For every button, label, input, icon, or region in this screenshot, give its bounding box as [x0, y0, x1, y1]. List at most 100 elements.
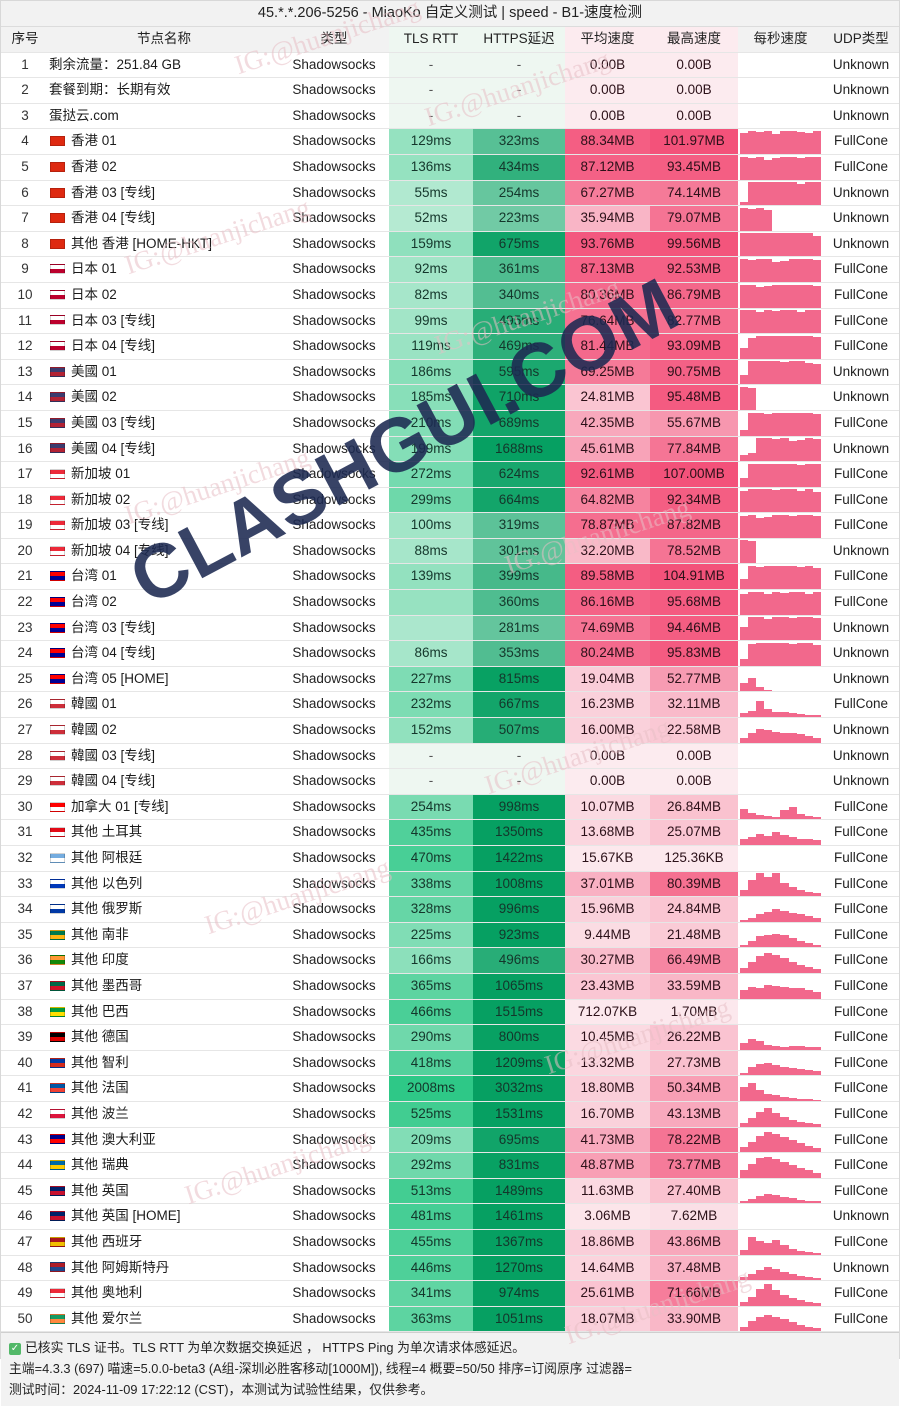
- table-row[interactable]: 23 台湾 03 [专线] Shadowsocks 281ms 74.69MB 94.46…: [1, 615, 899, 642]
- cell-node-name[interactable]: 剩余流量：251.84 GB: [49, 52, 279, 79]
- col-header-avg-speed[interactable]: 平均速度: [565, 27, 650, 53]
- cell-node-name[interactable]: 日本 02: [49, 282, 279, 309]
- cell-node-name[interactable]: 其他 瑞典: [49, 1152, 279, 1179]
- table-row[interactable]: 41 其他 法国 Shadowsocks 2008ms 3032ms 18.80MB 50.…: [1, 1075, 899, 1102]
- cell-node-name[interactable]: 其他 西班牙: [49, 1229, 279, 1256]
- cell-node-name[interactable]: 日本 04 [专线]: [49, 333, 279, 360]
- table-row[interactable]: 48 其他 阿姆斯特丹 Shadowsocks 446ms 1270ms 14.64MB 3…: [1, 1255, 899, 1282]
- table-row[interactable]: 27 韓國 02 Shadowsocks 152ms 507ms 16.00MB 22.58…: [1, 717, 899, 744]
- cell-node-name[interactable]: 其他 德国: [49, 1024, 279, 1051]
- table-row[interactable]: 32 其他 阿根廷 Shadowsocks 470ms 1422ms 15.67KB 125…: [1, 845, 899, 872]
- table-row[interactable]: 16 美國 04 [专线] Shadowsocks 199ms 1688ms 45.61M…: [1, 436, 899, 463]
- cell-node-name[interactable]: 其他 波兰: [49, 1101, 279, 1128]
- table-row[interactable]: 38 其他 巴西 Shadowsocks 466ms 1515ms 712.07KB 1.7…: [1, 999, 899, 1026]
- table-row[interactable]: 33 其他 以色列 Shadowsocks 338ms 1008ms 37.01MB 80.…: [1, 871, 899, 898]
- cell-node-name[interactable]: 日本 01: [49, 256, 279, 283]
- table-row[interactable]: 31 其他 土耳其 Shadowsocks 435ms 1350ms 13.68MB 25.…: [1, 819, 899, 846]
- cell-node-name[interactable]: 其他 土耳其: [49, 819, 279, 846]
- table-row[interactable]: 49 其他 奥地利 Shadowsocks 341ms 974ms 25.61MB 71.6…: [1, 1280, 899, 1307]
- table-row[interactable]: 29 韓國 04 [专线] Shadowsocks - -0.00B 0.00B Unkno…: [1, 768, 899, 795]
- cell-node-name[interactable]: 美國 01: [49, 359, 279, 386]
- cell-node-name[interactable]: 其他 爱尔兰: [49, 1306, 279, 1333]
- cell-node-name[interactable]: 香港 03 [专线]: [49, 180, 279, 207]
- cell-node-name[interactable]: 香港 01: [49, 128, 279, 155]
- cell-node-name[interactable]: 韓國 04 [专线]: [49, 768, 279, 795]
- cell-node-name[interactable]: 新加坡 03 [专线]: [49, 512, 279, 539]
- table-row[interactable]: 8 其他 香港 [HOME-HKT] Shadowsocks 159ms 675ms 93…: [1, 231, 899, 258]
- table-row[interactable]: 24 台湾 04 [专线] Shadowsocks 86ms 353ms 80.24MB 9…: [1, 640, 899, 667]
- cell-node-name[interactable]: 其他 智利: [49, 1050, 279, 1077]
- table-row[interactable]: 35 其他 南非 Shadowsocks 225ms 923ms 9.44MB 21.48M…: [1, 922, 899, 949]
- table-row[interactable]: 4 香港 01 Shadowsocks 129ms 323ms 88.34MB 101.97…: [1, 128, 899, 155]
- col-header-node-name[interactable]: 节点名称: [49, 27, 279, 53]
- cell-node-name[interactable]: 新加坡 04 [专线]: [49, 538, 279, 565]
- col-header-type[interactable]: 类型: [279, 27, 389, 53]
- col-header-index[interactable]: 序号: [1, 27, 49, 53]
- table-row[interactable]: 45 其他 英国 Shadowsocks 513ms 1489ms 11.63MB 27.4…: [1, 1178, 899, 1205]
- cell-node-name[interactable]: 其他 阿姆斯特丹: [49, 1255, 279, 1282]
- table-row[interactable]: 15 美國 03 [专线] Shadowsocks 210ms 689ms 42.35MB…: [1, 410, 899, 437]
- table-row[interactable]: 47 其他 西班牙 Shadowsocks 455ms 1367ms 18.86MB 43.…: [1, 1229, 899, 1256]
- table-row[interactable]: 2 套餐到期：长期有效 Shadowsocks - -0.00B 0.00B Unknown: [1, 77, 899, 104]
- table-row[interactable]: 44 其他 瑞典 Shadowsocks 292ms 831ms 48.87MB 73.77…: [1, 1152, 899, 1179]
- cell-node-name[interactable]: 加拿大 01 [专线]: [49, 794, 279, 821]
- table-row[interactable]: 30 加拿大 01 [专线] Shadowsocks 254ms 998ms 10.07M…: [1, 794, 899, 821]
- cell-node-name[interactable]: 新加坡 02: [49, 487, 279, 514]
- table-row[interactable]: 34 其他 俄罗斯 Shadowsocks 328ms 996ms 15.96MB 24.8…: [1, 896, 899, 923]
- cell-node-name[interactable]: 套餐到期：长期有效: [49, 77, 279, 104]
- table-row[interactable]: 19 新加坡 03 [专线] Shadowsocks 100ms 319ms 78.87M…: [1, 512, 899, 539]
- cell-node-name[interactable]: 香港 04 [专线]: [49, 205, 279, 232]
- cell-node-name[interactable]: 台湾 04 [专线]: [49, 640, 279, 667]
- table-row[interactable]: 17 新加坡 01 Shadowsocks 272ms 624ms 92.61MB 107.…: [1, 461, 899, 488]
- cell-node-name[interactable]: 其他 巴西: [49, 999, 279, 1026]
- table-row[interactable]: 18 新加坡 02 Shadowsocks 299ms 664ms 64.82MB 92.3…: [1, 487, 899, 514]
- table-row[interactable]: 13 美國 01 Shadowsocks 186ms 595ms 69.25MB 90.75…: [1, 359, 899, 386]
- table-row[interactable]: 25 台湾 05 [HOME] Shadowsocks 227ms 815ms 19.04…: [1, 666, 899, 693]
- table-row[interactable]: 43 其他 澳大利亚 Shadowsocks 209ms 695ms 41.73MB 78.…: [1, 1127, 899, 1154]
- table-row[interactable]: 5 香港 02 Shadowsocks 136ms 434ms 87.12MB 93.45M…: [1, 154, 899, 181]
- table-row[interactable]: 28 韓國 03 [专线] Shadowsocks - -0.00B 0.00B Unkno…: [1, 743, 899, 770]
- cell-node-name[interactable]: 其他 阿根廷: [49, 845, 279, 872]
- table-row[interactable]: 12 日本 04 [专线] Shadowsocks 119ms 469ms 81.44MB…: [1, 333, 899, 360]
- cell-node-name[interactable]: 香港 02: [49, 154, 279, 181]
- table-row[interactable]: 36 其他 印度 Shadowsocks 166ms 496ms 30.27MB 66.49…: [1, 947, 899, 974]
- cell-node-name[interactable]: 其他 墨西哥: [49, 973, 279, 1000]
- col-header-per-sec-speed[interactable]: 每秒速度: [738, 27, 823, 53]
- cell-node-name[interactable]: 其他 法国: [49, 1075, 279, 1102]
- table-row[interactable]: 46 其他 英国 [HOME] Shadowsocks 481ms 1461ms 3.06…: [1, 1203, 899, 1230]
- table-row[interactable]: 50 其他 爱尔兰 Shadowsocks 363ms 1051ms 18.07MB 33.…: [1, 1306, 899, 1333]
- cell-node-name[interactable]: 台湾 05 [HOME]: [49, 666, 279, 693]
- table-row[interactable]: 9 日本 01 Shadowsocks 92ms 361ms 87.13MB 92.53MB…: [1, 256, 899, 283]
- table-row[interactable]: 7 香港 04 [专线] Shadowsocks 52ms 223ms 35.94MB 79…: [1, 205, 899, 232]
- cell-node-name[interactable]: 其他 南非: [49, 922, 279, 949]
- cell-node-name[interactable]: 台湾 02: [49, 589, 279, 616]
- table-row[interactable]: 10 日本 02 Shadowsocks 82ms 340ms 80.36MB 86.79M…: [1, 282, 899, 309]
- table-row[interactable]: 11 日本 03 [专线] Shadowsocks 99ms 495ms 76.64MB 8…: [1, 308, 899, 335]
- table-row[interactable]: 26 韓國 01 Shadowsocks 232ms 667ms 16.23MB 32.11…: [1, 691, 899, 719]
- cell-node-name[interactable]: 美國 03 [专线]: [49, 410, 279, 437]
- table-row[interactable]: 39 其他 德国 Shadowsocks 290ms 800ms 10.45MB 26.22…: [1, 1024, 899, 1051]
- cell-node-name[interactable]: 蛋挞云.com: [49, 103, 279, 130]
- cell-node-name[interactable]: 其他 英国 [HOME]: [49, 1203, 279, 1230]
- table-row[interactable]: 3 蛋挞云.com Shadowsocks - -0.00B 0.00B Unknown: [1, 103, 899, 130]
- col-header-https-delay[interactable]: HTTPS延迟: [473, 27, 565, 53]
- cell-node-name[interactable]: 韓國 01: [49, 691, 279, 719]
- table-row[interactable]: 42 其他 波兰 Shadowsocks 525ms 1531ms 16.70MB 43.1…: [1, 1101, 899, 1128]
- cell-node-name[interactable]: 韓國 03 [专线]: [49, 743, 279, 770]
- table-row[interactable]: 14 美國 02 Shadowsocks 185ms 710ms 24.81MB 95.48…: [1, 384, 899, 411]
- cell-node-name[interactable]: 美國 02: [49, 384, 279, 411]
- cell-node-name[interactable]: 台湾 01: [49, 563, 279, 591]
- cell-node-name[interactable]: 其他 奥地利: [49, 1280, 279, 1307]
- cell-node-name[interactable]: 韓國 02: [49, 717, 279, 744]
- table-row[interactable]: 40 其他 智利 Shadowsocks 418ms 1209ms 13.32MB 27.7…: [1, 1050, 899, 1077]
- cell-node-name[interactable]: 其他 印度: [49, 947, 279, 974]
- table-row[interactable]: 22 台湾 02 Shadowsocks 360ms 86.16MB 95.68MB Ful…: [1, 589, 899, 616]
- cell-node-name[interactable]: 日本 03 [专线]: [49, 308, 279, 335]
- table-row[interactable]: 20 新加坡 04 [专线] Shadowsocks 88ms 301ms 32.20MB…: [1, 538, 899, 565]
- cell-node-name[interactable]: 其他 俄罗斯: [49, 896, 279, 923]
- table-row[interactable]: 37 其他 墨西哥 Shadowsocks 365ms 1065ms 23.43MB 33.…: [1, 973, 899, 1000]
- cell-node-name[interactable]: 美國 04 [专线]: [49, 436, 279, 463]
- cell-node-name[interactable]: 其他 香港 [HOME-HKT]: [49, 231, 279, 258]
- cell-node-name[interactable]: 其他 以色列: [49, 871, 279, 898]
- col-header-udp-type[interactable]: UDP类型: [823, 27, 899, 53]
